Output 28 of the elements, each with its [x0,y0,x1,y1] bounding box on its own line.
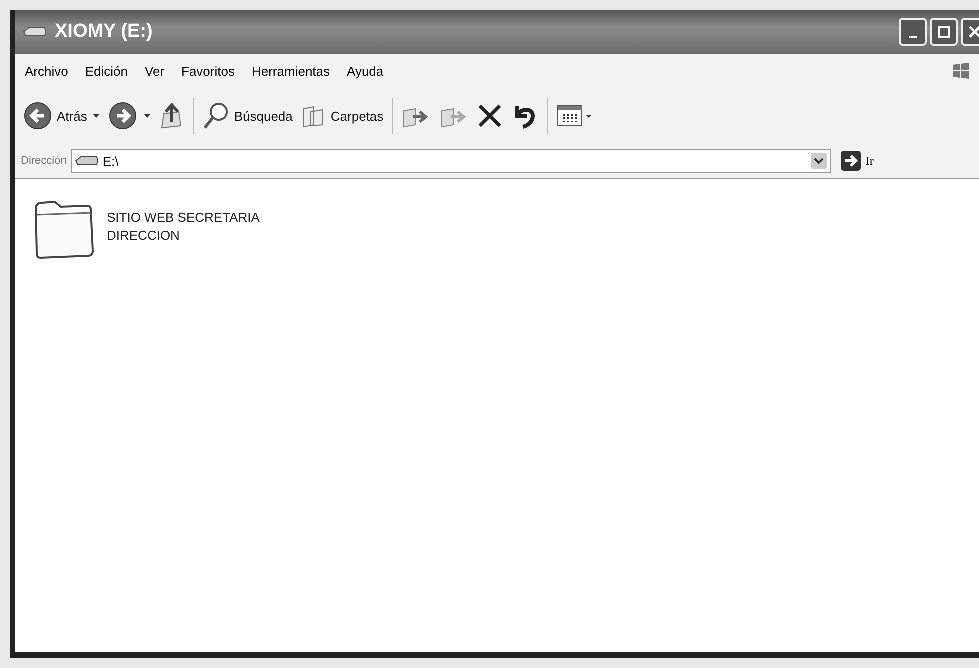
menu-item[interactable]: Herramientas [252,64,330,78]
minimize-icon [909,36,917,38]
address-label: Dirección [21,155,67,167]
address-field[interactable]: E:\ [70,149,831,173]
folders-button[interactable]: Carpetas [300,103,384,129]
folder-icon[interactable] [33,199,95,261]
menu-item[interactable]: Favoritos [182,64,235,78]
back-button[interactable]: Atrás [23,101,88,131]
maximize-button[interactable] [930,18,958,46]
menu-item[interactable]: Edición [85,64,128,78]
window-title: XIOMY (E:) [55,21,153,43]
menu-item[interactable]: Archivo [25,64,68,78]
close-icon [968,25,979,39]
delete-button[interactable] [476,103,503,129]
folder-name[interactable]: SITIO WEB SECRETARIA DIRECCION [107,209,317,244]
search-icon [202,101,230,131]
drive-icon [74,156,99,166]
windows-flag-icon [952,62,970,80]
forward-button[interactable] [108,101,138,131]
go-button[interactable]: Ir [834,151,874,171]
maximize-icon [937,25,951,39]
search-button[interactable]: Búsqueda [202,101,293,131]
drive-icon [23,27,47,37]
menu-item[interactable]: Ayuda [347,64,384,78]
menu-item[interactable]: Ver [145,64,165,78]
dropdown-arrow-icon[interactable] [93,114,100,118]
dropdown-arrow-icon[interactable] [144,114,152,118]
minimize-button[interactable] [899,18,927,46]
